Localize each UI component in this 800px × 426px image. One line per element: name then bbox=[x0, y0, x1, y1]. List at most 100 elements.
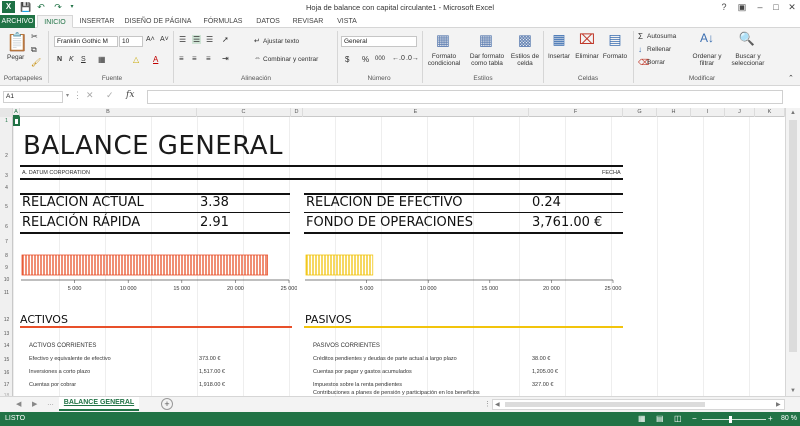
autosum-button[interactable]: Autosuma bbox=[647, 33, 676, 40]
tab-revisar[interactable]: REVISAR bbox=[288, 15, 328, 28]
zoom-in-button[interactable]: + bbox=[768, 414, 773, 423]
wrap-text-button[interactable]: Ajustar texto bbox=[263, 38, 299, 45]
row-header-13[interactable]: 13 bbox=[0, 331, 13, 337]
next-sheet-icon[interactable]: ▶ bbox=[32, 400, 37, 408]
font-color-icon[interactable]: A bbox=[153, 55, 158, 64]
row-header-4[interactable]: 4 bbox=[0, 185, 13, 191]
row-header-11[interactable]: 11 bbox=[0, 290, 13, 296]
fill-icon[interactable]: ↓ bbox=[638, 45, 642, 54]
conditional-format-icon[interactable]: ▦ bbox=[432, 31, 454, 51]
autosum-icon[interactable]: Σ bbox=[638, 32, 643, 41]
percent-button[interactable]: % bbox=[362, 55, 369, 64]
column-header-a[interactable]: A bbox=[13, 108, 20, 117]
scroll-left-icon[interactable]: ◀ bbox=[495, 401, 500, 408]
tab-datos[interactable]: DATOS bbox=[252, 15, 284, 28]
align-bottom-icon[interactable]: ☰ bbox=[206, 35, 213, 44]
column-header-h[interactable]: H bbox=[657, 108, 691, 117]
row-header-6[interactable]: 6 bbox=[0, 224, 13, 230]
paste-button[interactable]: Pegar bbox=[7, 54, 24, 61]
underline-button[interactable]: S bbox=[81, 56, 86, 63]
cancel-icon[interactable]: ✕ bbox=[86, 90, 94, 101]
borders-icon[interactable]: ▦ bbox=[98, 55, 106, 64]
delete-cells-button[interactable]: Eliminar bbox=[572, 53, 602, 60]
prev-sheet-icon[interactable]: ◀ bbox=[16, 400, 21, 408]
insert-cells-button[interactable]: Insertar bbox=[546, 53, 572, 60]
active-cell[interactable] bbox=[13, 117, 20, 126]
increase-decimal-icon[interactable]: ←.0 bbox=[392, 55, 405, 62]
sheet-tab-balance-general[interactable]: BALANCE GENERAL bbox=[59, 397, 139, 411]
format-as-table-button[interactable]: Dar formato como tabla bbox=[466, 53, 508, 67]
column-header-j[interactable]: J bbox=[725, 108, 755, 117]
normal-view-icon[interactable]: ▦ bbox=[638, 414, 646, 423]
cell-styles-icon[interactable]: ▩ bbox=[514, 31, 536, 51]
grow-font-icon[interactable]: A˄ bbox=[146, 36, 155, 43]
zoom-slider-handle[interactable] bbox=[729, 416, 732, 423]
paste-icon[interactable]: 📋 bbox=[6, 32, 28, 54]
shrink-font-icon[interactable]: A˅ bbox=[160, 36, 169, 43]
number-format-select[interactable]: General bbox=[341, 36, 417, 47]
format-painter-icon[interactable]: 🖌 bbox=[31, 58, 41, 67]
conditional-format-button[interactable]: Formato condicional bbox=[424, 53, 464, 67]
tab-formulas[interactable]: FÓRMULAS bbox=[198, 15, 248, 28]
currency-button[interactable]: $ bbox=[345, 55, 349, 64]
row-header-15[interactable]: 15 bbox=[0, 357, 13, 363]
indent-icon[interactable]: ⇥ bbox=[222, 54, 229, 63]
align-center-icon[interactable]: ≡ bbox=[192, 54, 197, 63]
tab-vista[interactable]: VISTA bbox=[332, 15, 362, 28]
align-right-icon[interactable]: ≡ bbox=[206, 54, 211, 63]
ribbon-display-icon[interactable]: ▣ bbox=[734, 0, 750, 14]
format-cells-button[interactable]: Formato bbox=[601, 53, 629, 60]
restore-button[interactable]: □ bbox=[768, 0, 784, 14]
name-box-dropdown-icon[interactable]: ▾ bbox=[66, 92, 69, 99]
minimize-button[interactable]: – bbox=[752, 0, 768, 14]
thousands-button[interactable]: 000 bbox=[375, 56, 385, 62]
row-header-12[interactable]: 12 bbox=[0, 317, 13, 323]
tab-insertar[interactable]: INSERTAR bbox=[76, 15, 118, 28]
row-header-8[interactable]: 8 bbox=[0, 253, 13, 259]
scroll-up-icon[interactable]: ▲ bbox=[790, 110, 796, 116]
align-top-icon[interactable]: ☰ bbox=[179, 35, 186, 44]
format-cells-icon[interactable]: ▤ bbox=[604, 31, 626, 51]
format-as-table-icon[interactable]: ▦ bbox=[475, 31, 497, 51]
worksheet-grid[interactable]: BALANCE GENERAL A. DATUM CORPORATION FEC… bbox=[13, 117, 785, 396]
italic-button[interactable]: K bbox=[69, 56, 74, 63]
font-name-select[interactable]: Franklin Gothic M bbox=[54, 36, 118, 47]
scroll-down-icon[interactable]: ▼ bbox=[790, 388, 796, 394]
align-left-icon[interactable]: ≡ bbox=[179, 54, 184, 63]
name-box[interactable]: A1 bbox=[3, 91, 63, 103]
column-header-f[interactable]: F bbox=[529, 108, 623, 117]
zoom-level[interactable]: 80 % bbox=[781, 415, 797, 422]
row-header-5[interactable]: 5 bbox=[0, 204, 13, 210]
column-header-d[interactable]: D bbox=[291, 108, 303, 117]
insert-function-button[interactable]: fx bbox=[126, 90, 134, 100]
cell-styles-button[interactable]: Estilos de celda bbox=[508, 53, 542, 67]
column-header-i[interactable]: I bbox=[691, 108, 725, 117]
fill-color-icon[interactable]: △ bbox=[133, 55, 139, 64]
add-sheet-icon[interactable]: + bbox=[161, 398, 173, 410]
enter-icon[interactable]: ✓ bbox=[106, 90, 114, 101]
row-header-9[interactable]: 9 bbox=[0, 265, 13, 271]
decrease-decimal-icon[interactable]: .0→ bbox=[406, 55, 419, 62]
column-header-e[interactable]: E bbox=[303, 108, 529, 117]
column-header-k[interactable]: K bbox=[755, 108, 785, 117]
column-header-g[interactable]: G bbox=[623, 108, 657, 117]
row-header-14[interactable]: 14 bbox=[0, 343, 13, 349]
bold-button[interactable]: N bbox=[57, 56, 62, 63]
formula-input[interactable] bbox=[147, 90, 783, 104]
sort-filter-icon[interactable]: A↓ bbox=[697, 31, 717, 51]
zoom-slider[interactable] bbox=[702, 419, 766, 420]
tab-archivo[interactable]: ARCHIVO bbox=[0, 15, 35, 28]
zoom-out-button[interactable]: − bbox=[692, 414, 697, 423]
scroll-right-icon[interactable]: ▶ bbox=[776, 401, 781, 408]
horizontal-scroll-thumb[interactable] bbox=[505, 402, 705, 407]
page-break-view-icon[interactable]: ◫ bbox=[674, 414, 682, 423]
row-header-10[interactable]: 10 bbox=[0, 277, 13, 283]
wrap-text-icon[interactable]: ↵ bbox=[254, 37, 260, 45]
cut-icon[interactable]: ✂ bbox=[31, 32, 38, 41]
vertical-scroll-thumb[interactable] bbox=[789, 120, 797, 352]
select-all-corner[interactable] bbox=[0, 108, 13, 117]
sort-filter-button[interactable]: Ordenar y filtrar bbox=[690, 53, 724, 67]
merge-center-button[interactable]: Combinar y centrar bbox=[263, 56, 318, 63]
merge-center-icon[interactable]: ⇔ bbox=[254, 55, 261, 62]
fill-button[interactable]: Rellenar bbox=[647, 46, 671, 53]
